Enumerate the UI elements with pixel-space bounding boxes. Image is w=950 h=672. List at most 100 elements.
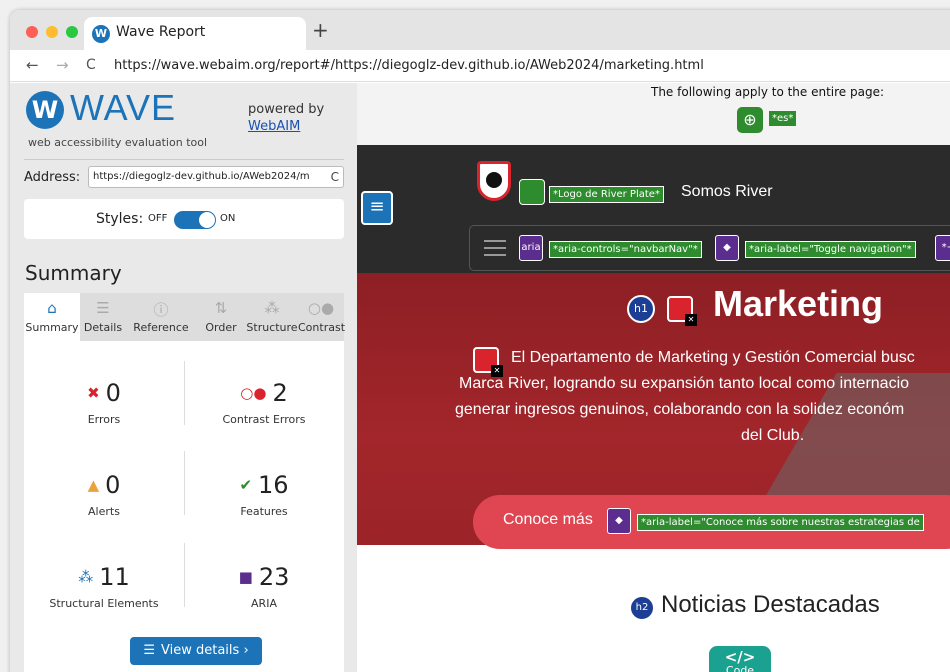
back-arrow-icon[interactable]: ←: [26, 56, 39, 74]
aria-icon: ■: [238, 568, 253, 586]
summary-panel: ✖ 0 Errors ○● 2 Contrast Errors ▲ 0 Alerts …: [24, 341, 344, 672]
tab-label: Details: [83, 321, 123, 334]
list-icon: ☰: [143, 643, 156, 658]
alerts-value: 0: [105, 471, 121, 499]
evaluated-page: The following apply to the entire page: …: [357, 83, 950, 672]
aria-count[interactable]: ■ 23 ARIA: [184, 563, 344, 610]
contrast-label: Contrast Errors: [222, 413, 306, 426]
new-tab-button[interactable]: +: [312, 18, 329, 42]
alerts-count[interactable]: ▲ 0 Alerts: [24, 471, 184, 518]
tab-order[interactable]: ⇅ Order: [196, 293, 246, 341]
address-value: https://diegoglz-dev.github.io/AWeb2024/…: [93, 171, 310, 182]
tab-contrast[interactable]: ○● Contrast: [298, 293, 346, 341]
hero-paragraph: El Departamento de Marketing y Gestión C…: [357, 345, 950, 449]
site-brand[interactable]: Somos River: [681, 183, 773, 201]
contrast-errors-count[interactable]: ○● 2 Contrast Errors: [184, 379, 344, 426]
structural-label: Structural Elements: [49, 597, 159, 610]
structural-count[interactable]: ⁂ 11 Structural Elements: [24, 563, 184, 610]
wave-tabs: ⌂ Summary ☰ Details ⓘ Reference ⇅ Order …: [24, 293, 346, 341]
features-value: 16: [258, 471, 289, 499]
tab-label: Summary: [25, 321, 79, 334]
tab-bar: W Wave Report +: [10, 10, 950, 50]
image-alt-icon[interactable]: [519, 179, 545, 205]
code-icon[interactable]: </> Code: [709, 646, 771, 672]
contrast-value: 2: [272, 379, 288, 407]
minimize-window-icon[interactable]: [46, 26, 58, 38]
cta-label: Conoce más: [503, 511, 593, 528]
reload-icon[interactable]: C: [86, 57, 96, 73]
aria-label-annotation: *aria-label="Toggle navigation"*: [745, 241, 916, 258]
errors-value: 0: [105, 379, 121, 407]
aria-label: ARIA: [251, 597, 277, 610]
styles-toggle-panel: Styles: OFF ON: [24, 199, 344, 239]
feature-check-icon: ✔: [239, 476, 253, 494]
aria-icon[interactable]: *+/: [935, 235, 950, 261]
styles-label: Styles:: [96, 211, 144, 227]
structure-icon: ⁂: [78, 568, 94, 586]
maximize-window-icon[interactable]: [66, 26, 78, 38]
error-icon: ✖: [87, 384, 100, 402]
address-bar: ← → C https://wave.webaim.org/report#/ht…: [10, 50, 950, 82]
styles-on-label: ON: [220, 213, 236, 224]
paragraph-line: Marca River, logrando su expansión tanto…: [459, 375, 910, 392]
h2-icon[interactable]: h2: [629, 595, 655, 621]
tab-label: Order: [205, 321, 237, 334]
tab-label: Reference: [133, 321, 189, 334]
toggle-knob: [199, 212, 215, 228]
tab-label: Contrast: [298, 321, 346, 334]
aria-controls-annotation: *aria-controls="navbarNav"*: [549, 241, 702, 258]
forward-arrow-icon[interactable]: →: [56, 56, 69, 74]
logo-alt-annotation: *Logo de River Plate*: [549, 186, 664, 203]
errors-count[interactable]: ✖ 0 Errors: [24, 379, 184, 426]
wave-tagline: web accessibility evaluation tool: [28, 136, 208, 149]
features-label: Features: [240, 505, 288, 518]
wave-sidebar: W WAVE web accessibility evaluation tool…: [10, 83, 357, 672]
webaim-link[interactable]: WebAIM: [248, 119, 300, 134]
tab-details[interactable]: ☰ Details: [80, 293, 126, 341]
alerts-label: Alerts: [88, 505, 120, 518]
features-count[interactable]: ✔ 16 Features: [184, 471, 344, 518]
url-field[interactable]: https://wave.webaim.org/report#/https://…: [114, 58, 704, 73]
aria-icon[interactable]: aria: [519, 235, 543, 261]
tab-reference[interactable]: ⓘ Reference: [126, 293, 196, 341]
view-details-button[interactable]: ☰ View details ›: [130, 637, 262, 665]
structure-icon: ⁂: [264, 299, 280, 317]
browser-window: W Wave Report + ← → C https://wave.webai…: [10, 10, 950, 672]
info-icon: ⓘ: [153, 301, 169, 319]
powered-by-text: powered by: [248, 102, 325, 117]
tab-summary[interactable]: ⌂ Summary: [24, 293, 80, 341]
divider: [24, 159, 344, 160]
alert-icon: ▲: [87, 476, 100, 494]
conoce-mas-button[interactable]: Conoce más ◆ *aria-label="Conoce más sob…: [473, 495, 950, 549]
page-title: Marketing: [713, 283, 884, 324]
code-label: Code: [725, 664, 755, 672]
wave-logo-text: WAVE: [70, 87, 177, 128]
contrast-icon: ○●: [307, 299, 335, 317]
h1-icon[interactable]: h1: [627, 295, 655, 323]
cta-aria-annotation: *aria-label="Conoce más sobre nuestras e…: [637, 514, 924, 531]
browser-tab[interactable]: W Wave Report: [84, 17, 306, 50]
tab-structure[interactable]: ⁂ Structure: [246, 293, 298, 341]
styles-toggle-switch[interactable]: [174, 211, 216, 229]
aria-label-icon[interactable]: ◆: [715, 235, 739, 261]
paragraph-line: generar ingresos genuinos, colaborando c…: [455, 401, 905, 418]
section-heading: Noticias Destacadas: [661, 591, 880, 618]
code-structure-icon[interactable]: ≡: [361, 191, 393, 225]
wave-favicon-icon: W: [92, 25, 110, 43]
language-globe-icon[interactable]: ⊕: [737, 107, 763, 133]
apply-text: The following apply to the entire page:: [651, 85, 885, 99]
close-window-icon[interactable]: [26, 26, 38, 38]
wave-logo-icon: W: [26, 91, 64, 129]
address-input[interactable]: https://diegoglz-dev.github.io/AWeb2024/…: [88, 166, 344, 188]
list-icon: ☰: [96, 299, 110, 317]
river-plate-logo[interactable]: [477, 161, 511, 201]
powered-by: powered by WebAIM: [248, 101, 324, 135]
close-icon: ✕: [685, 314, 697, 326]
error-image-icon[interactable]: ✕: [667, 296, 697, 326]
tab-title: Wave Report: [116, 24, 206, 40]
structural-value: 11: [99, 563, 130, 591]
hamburger-icon: [484, 240, 506, 256]
logo-emblem: [486, 172, 502, 188]
refresh-icon[interactable]: C: [331, 170, 339, 184]
aria-label-icon[interactable]: ◆: [607, 508, 631, 534]
